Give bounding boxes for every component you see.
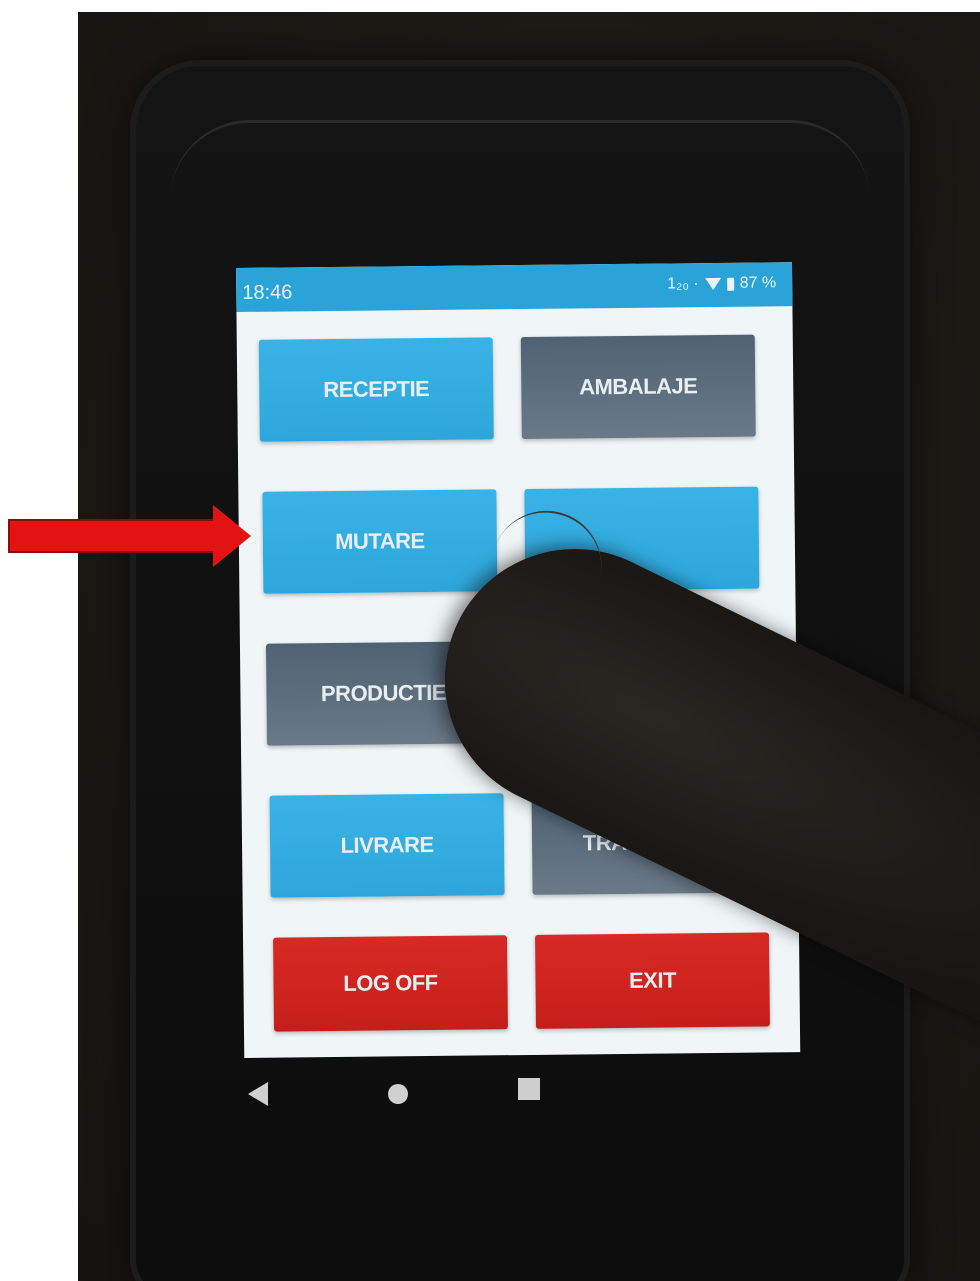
recents-icon[interactable] — [518, 1078, 540, 1100]
menu-grid: RECEPTIE AMBALAJE MUTARE PRODUCTIE LIVRA… — [258, 320, 770, 1032]
log-off-button[interactable]: LOG OFF — [273, 935, 508, 1032]
receptie-button[interactable]: RECEPTIE — [258, 337, 494, 442]
photo-background: 18:46 1₂₀ · 87 % RECEPTIE AMBALAJE MUTAR… — [78, 12, 980, 1281]
status-time: 18:46 — [242, 281, 293, 304]
mutare-button[interactable]: MUTARE — [262, 489, 498, 594]
notification-icon: 1₂₀ · — [667, 275, 699, 293]
arrow-head-icon — [213, 505, 251, 567]
arrow-shaft — [8, 519, 218, 553]
device-rim — [170, 120, 870, 263]
ambalaje-button[interactable]: AMBALAJE — [520, 334, 756, 440]
battery-icon — [726, 277, 734, 291]
wifi-icon — [704, 277, 721, 291]
status-icons: 1₂₀ · 87 % — [667, 274, 776, 293]
exit-button[interactable]: EXIT — [535, 932, 770, 1029]
home-icon[interactable] — [388, 1084, 408, 1104]
red-arrow-annotation — [8, 505, 252, 567]
back-icon[interactable] — [248, 1082, 268, 1106]
battery-level: 87 % — [739, 274, 777, 292]
livrare-button[interactable]: LIVRARE — [269, 793, 505, 898]
status-bar: 18:46 1₂₀ · 87 % — [236, 262, 793, 312]
